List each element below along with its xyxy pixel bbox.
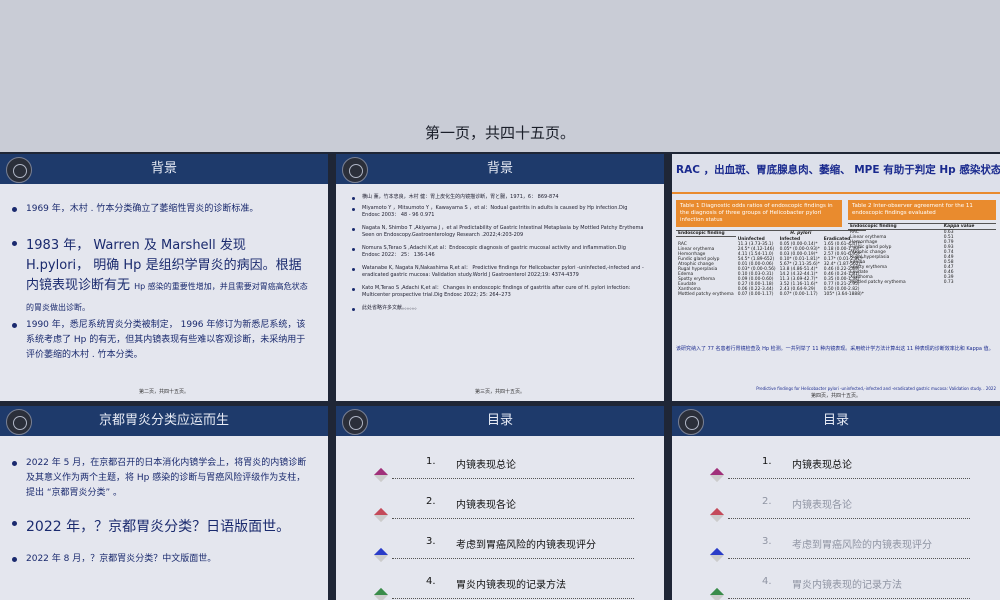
reference-item: Watanabe K, Nagata N,Nakashima R,et al： … xyxy=(352,265,644,278)
table-2: Table 2 Inter-observer agreement for the… xyxy=(848,200,996,285)
reference-item: Nomura S,Terao S ,Adachi K,et al：Endosco… xyxy=(352,245,644,259)
divider xyxy=(728,598,970,599)
slide-header: 目录 xyxy=(672,406,1000,436)
toc-number: 2. xyxy=(762,496,772,507)
slide-title: 背景 xyxy=(150,161,177,176)
reference-item: Miyamoto Y ，Mitsumoto Y ，Kawayama S ，et … xyxy=(352,205,644,219)
table-row: Linear erythema 24.5* (4.12-146) 0.05* (0.… xyxy=(678,246,862,252)
toc-label: 内镜表现各论 xyxy=(792,500,852,511)
table-row: Mottled patchy erythema 0.07 (0.00-1.17) 0… xyxy=(678,291,864,297)
slide-thumbnail-6[interactable]: 目录 1. 内镜表现总论 2. 内镜表现各论 3. 考虑到胃癌风险的内镜表现评分 4. 胃炎内… xyxy=(336,406,664,600)
page-caption: 第一页，共四十五页。 xyxy=(424,124,575,142)
logo-icon xyxy=(6,409,32,435)
pen-icon xyxy=(373,587,389,600)
reference-item: Nagata N, Shimbo T ,Akiyama J ，et al Pre… xyxy=(352,225,644,238)
pen-icon xyxy=(709,587,725,600)
toc-item[interactable]: 2. 内镜表现各论 xyxy=(373,496,634,523)
pen-icon xyxy=(709,507,725,523)
toc-label: 胃炎内镜表现的记录方法 xyxy=(456,580,566,591)
slide-footer: 第四页，共四十五页。 xyxy=(810,393,861,399)
divider xyxy=(728,478,970,479)
pen-icon xyxy=(373,467,389,483)
reference-list: 横山 薰，竹本忠良，木村 健：胃上皮化生的内镜描诊断，胃と腸，1971，6： 8… xyxy=(336,194,664,401)
divider xyxy=(392,518,634,519)
source-citation: Predictive findings for Helicobacter pyl… xyxy=(756,386,996,391)
pen-icon xyxy=(709,467,725,483)
table-row: Rugal hyperplasia 0.03* (0.00-0.56) 13.8 (… xyxy=(678,266,860,272)
table-of-contents: 1. 内镜表现总论 2. 内镜表现各论 3. 考虑到胃癌风险的内镜表现评分 4. 胃炎内镜表现… xyxy=(336,436,664,600)
slide-title: RAC ，出血斑、胃底腺息肉、萎缩、 MPE 有助于判定 Hp 感染状态。 xyxy=(676,164,1000,176)
slide-title: 背景 xyxy=(486,161,513,176)
reference-item: 此处省略许多文献。。。。。。 xyxy=(352,305,644,312)
divider xyxy=(392,598,634,599)
study-note: 该研究纳入了 77 名患者行胃镜检查及 Hp 检测。一共列举了 11 种内镜表现… xyxy=(676,346,994,352)
pen-icon xyxy=(373,507,389,523)
bullet-item: 2022 年 5 月，在京都召开的日本消化内镜学会上，将胃炎的内镜诊断及其意义作… xyxy=(12,456,308,501)
toc-number: 3. xyxy=(426,536,436,547)
table-row: Spotty erythema 0.09 (0.00-0.60) 11.3 (3.6… xyxy=(678,276,860,282)
toc-number: 1. xyxy=(426,456,436,467)
table-caption: Table 1 Diagnostic odds ratios of endosc… xyxy=(676,200,842,227)
table-row: Mottled patchy erythema 0.73 xyxy=(850,280,954,285)
logo-icon xyxy=(6,157,32,183)
slide-thumbnail-5[interactable]: 京都胃炎分类应运而生 2022 年 5 月，在京都召开的日本消化内镜学会上，将胃… xyxy=(0,406,328,600)
table-row: Hemorrhage 4.11 (1.54-11.0) 0.03 (0.00-0.1… xyxy=(678,251,862,257)
slide-header: 背景 xyxy=(0,154,328,184)
reference-item: 横山 薰，竹本忠良，木村 健：胃上皮化生的内镜描诊断，胃と腸，1971，6： 8… xyxy=(352,194,644,201)
divider xyxy=(672,192,1000,194)
toc-item[interactable]: 1. 内镜表现总论 xyxy=(709,456,970,483)
logo-icon xyxy=(342,157,368,183)
slide-header: RAC ，出血斑、胃底腺息肉、萎缩、 MPE 有助于判定 Hp 感染状态。 xyxy=(672,154,1000,192)
table-row: Atrophic change 0.01 (0.00-0.06) 5.67* (2.… xyxy=(678,261,863,267)
previous-slide-area: 第一页，共四十五页。 xyxy=(0,0,1000,152)
slide-thumbnail-3[interactable]: 背景 横山 薰，竹本忠良，木村 健：胃上皮化生的内镜描诊断，胃と腸，1971，6… xyxy=(336,154,664,401)
toc-item[interactable]: 4. 胃炎内镜表现的记录方法 xyxy=(373,576,634,600)
toc-item[interactable]: 1. 内镜表现总论 xyxy=(373,456,634,483)
slide-header: 京都胃炎分类应运而生 xyxy=(0,406,328,436)
divider xyxy=(392,478,634,479)
toc-label: 内镜表现总论 xyxy=(456,460,516,471)
table-of-contents: 1. 内镜表现总论 2. 内镜表现各论 3. 考虑到胃癌风险的内镜表现评分 4. 胃炎内镜表现… xyxy=(672,436,1000,600)
slide-footer: 第二页，共四十五页。 xyxy=(138,389,189,395)
slide-header: 背景 xyxy=(336,154,664,184)
slide-footer: 第三页，共四十五页。 xyxy=(474,389,525,395)
divider xyxy=(728,558,970,559)
bullet-item: 1969 年，木村 . 竹本分类确立了萎缩性胃炎的诊断标准。 xyxy=(12,202,308,217)
bullet-item: 1990 年，悉尼系统胃炎分类被制定， 1996 年修订为新悉尼系统，该系统考虑… xyxy=(12,318,308,363)
slide-header: 目录 xyxy=(336,406,664,436)
toc-item[interactable]: 3. 考虑到胃癌风险的内镜表现评分 xyxy=(709,536,970,563)
bullet-item: 1983 年， Warren 及 Marshell 发现 H.pylori， 明… xyxy=(12,236,308,318)
bullet-item: 2022 年 8 月，？京都胃炎分类？中文版面世。 xyxy=(12,552,308,567)
slide-thumbnail-7[interactable]: 目录 1. 内镜表现总论 2. 内镜表现各论 3. 考虑到胃癌风险的内镜表现评分 4. 胃炎内… xyxy=(672,406,1000,600)
toc-number: 2. xyxy=(426,496,436,507)
toc-label: 考虑到胃癌风险的内镜表现评分 xyxy=(456,540,596,551)
divider xyxy=(728,518,970,519)
toc-label: 内镜表现各论 xyxy=(456,500,516,511)
pen-icon xyxy=(373,547,389,563)
toc-label: 胃炎内镜表现的记录方法 xyxy=(792,580,902,591)
table-row: Fundic gland polyp 54.5* (1.89-652) 0.10* … xyxy=(678,256,864,262)
divider xyxy=(392,558,634,559)
reference-item: Kato M,Terao S ,Adachi K,et al： Changes … xyxy=(352,285,644,299)
toc-number: 3. xyxy=(762,536,772,547)
table-caption: Table 2 Inter-observer agreement for the… xyxy=(848,200,996,220)
toc-item[interactable]: 2. 内镜表现各论 xyxy=(709,496,970,523)
toc-label: 考虑到胃癌风险的内镜表现评分 xyxy=(792,540,932,551)
logo-icon xyxy=(342,409,368,435)
slide-thumbnail-2[interactable]: 背景 1969 年，木村 . 竹本分类确立了萎缩性胃炎的诊断标准。 1983 年… xyxy=(0,154,328,401)
table-1: Table 1 Diagnostic odds ratios of endosc… xyxy=(676,200,866,297)
toc-number: 4. xyxy=(762,576,772,587)
pen-icon xyxy=(709,547,725,563)
slide-title: 目录 xyxy=(822,413,849,428)
toc-label: 内镜表现总论 xyxy=(792,460,852,471)
slide-title: 目录 xyxy=(486,413,513,428)
slide-thumbnail-4[interactable]: RAC ，出血斑、胃底腺息肉、萎缩、 MPE 有助于判定 Hp 感染状态。 Ta… xyxy=(672,154,1000,401)
toc-item[interactable]: 3. 考虑到胃癌风险的内镜表现评分 xyxy=(373,536,634,563)
slide-title: 京都胃炎分类应运而生 xyxy=(98,413,229,428)
logo-icon xyxy=(678,409,704,435)
toc-number: 1. xyxy=(762,456,772,467)
bullet-item: 2022 年，？京都胃炎分类？日语版面世。 xyxy=(12,516,308,538)
toc-number: 4. xyxy=(426,576,436,587)
toc-item[interactable]: 4. 胃炎内镜表现的记录方法 xyxy=(709,576,970,600)
